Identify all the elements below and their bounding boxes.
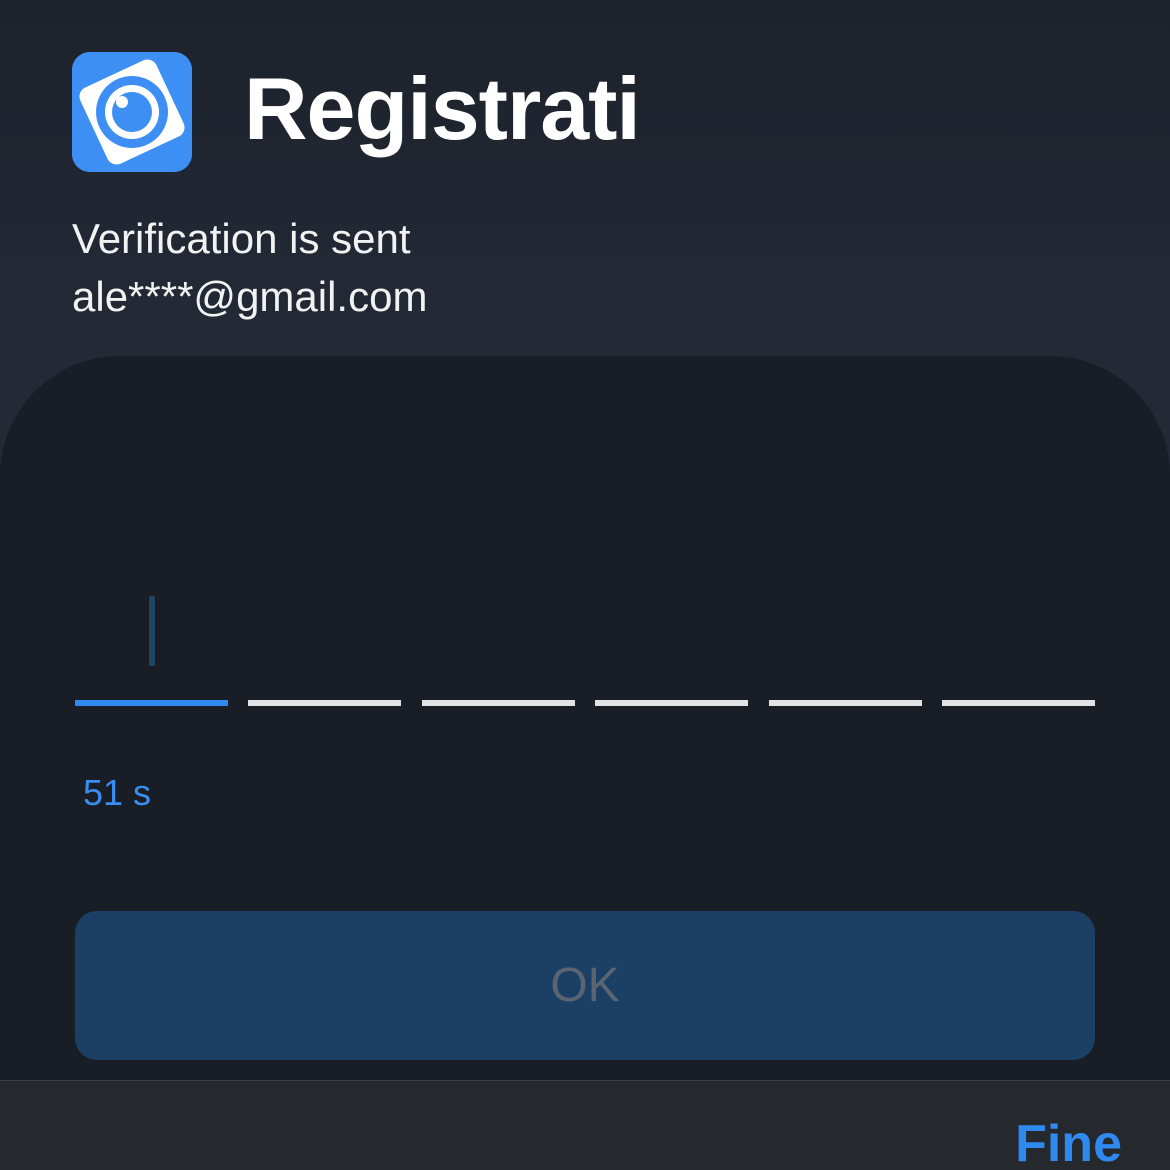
email-address: ale****@gmail.com: [72, 273, 428, 320]
code-digit-1[interactable]: [75, 700, 228, 706]
ok-button[interactable]: OK: [75, 911, 1095, 1060]
code-digit-4[interactable]: [595, 700, 748, 706]
registration-screen: Registrati Verification is sent ale****@…: [0, 0, 1170, 1170]
code-digit-2[interactable]: [248, 700, 401, 706]
resend-countdown: 51 s: [83, 772, 152, 813]
done-button[interactable]: Fine: [1015, 1118, 1122, 1170]
page-title: Registrati: [244, 59, 641, 158]
text-cursor: [149, 596, 155, 666]
code-digit-3[interactable]: [422, 700, 575, 706]
code-digit-5[interactable]: [769, 700, 922, 706]
header: Registrati: [72, 52, 641, 172]
code-digit-6[interactable]: [942, 700, 1095, 706]
keyboard-toolbar: [0, 1080, 1170, 1170]
verification-message: Verification is sent: [72, 215, 411, 262]
eye-camera-icon: [72, 52, 192, 172]
verification-code-input[interactable]: [75, 700, 1095, 708]
